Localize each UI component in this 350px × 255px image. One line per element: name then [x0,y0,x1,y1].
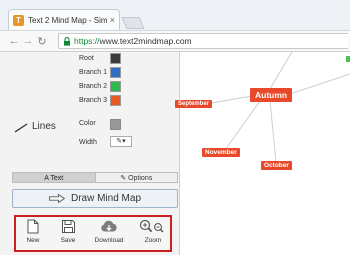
browser-tab-strip: T Text 2 Mind Map - Simple × [0,0,350,31]
action-toolbar: New Save Download Zoom [14,215,172,252]
color-swatch-branch-3[interactable] [110,95,121,106]
mind-map-root-node[interactable]: Autumn [250,88,293,102]
zoom-button[interactable]: Zoom [136,219,170,252]
back-icon[interactable]: ← [7,35,21,47]
browser-tab[interactable]: T Text 2 Mind Map - Simple × [8,9,120,30]
new-tab-button[interactable] [121,17,145,29]
save-icon [61,220,75,233]
url-host: www.text2mindmap.com [99,36,192,46]
new-button[interactable]: New [16,219,50,252]
color-label-branch-1: Branch 1 [79,69,108,76]
download-label: Download [94,237,124,244]
connector-root-top [267,52,293,93]
mind-map-node-november[interactable]: November [202,148,240,157]
tab-title: Text 2 Mind Map - Simple [28,15,108,25]
offscreen-node-edge [346,56,350,62]
color-row-branch-1: Branch 1 [0,67,179,79]
address-bar[interactable]: https://www.text2mindmap.com [58,33,348,49]
settings-panel: Root Branch 1 Branch 2 Branch 3 Lines Co… [0,52,180,255]
color-row-root: Root [0,53,179,65]
forward-icon[interactable]: → [21,35,35,47]
lock-icon [64,36,70,46]
mind-map-node-october[interactable]: October [261,161,292,170]
line-color-swatch[interactable] [110,119,121,130]
color-row-branch-2: Branch 2 [0,81,179,93]
zoom-label: Zoom [144,237,162,244]
connector-root-september [205,95,253,105]
new-document-icon [27,219,39,234]
favicon-icon: T [13,14,24,26]
mind-map-node-september[interactable]: September [175,100,213,108]
lines-icon [14,123,28,133]
connector-root-november [224,100,261,151]
tab-options[interactable]: ✎ Options [95,172,178,183]
connector-root-october [269,100,277,163]
download-button[interactable]: Download [92,219,126,252]
tab-text[interactable]: A Text [12,172,96,183]
lines-heading: Lines [32,121,56,132]
color-row-branch-3: Branch 3 [0,95,179,107]
new-label: New [26,237,40,244]
url-text: https://www.text2mindmap.com [74,36,192,46]
mind-map-canvas[interactable]: Autumn September November October [175,52,350,255]
draw-mind-map-label: Draw Mind Map [70,193,142,204]
arrow-right-outline-icon [49,194,65,203]
line-width-dropdown[interactable]: ✎▾ [110,136,132,147]
connector-root-right [289,73,350,95]
color-label-branch-3: Branch 3 [79,97,108,104]
panel-tabs: A Text ✎ Options [12,172,178,183]
zoom-icon [139,219,164,233]
color-swatch-root[interactable] [110,53,121,64]
line-width-label: Width [79,139,97,146]
url-scheme: https:// [74,36,100,46]
draw-mind-map-button[interactable]: Draw Mind Map [12,189,178,208]
reload-icon[interactable]: ↻ [35,35,49,48]
color-swatch-branch-2[interactable] [110,81,121,92]
save-button[interactable]: Save [51,219,85,252]
color-label-branch-2: Branch 2 [79,83,108,90]
download-cloud-icon [101,220,117,232]
browser-toolbar: ← → ↻ https://www.text2mindmap.com [0,31,350,52]
save-label: Save [60,237,76,244]
line-color-label: Color [79,120,96,127]
color-label-root: Root [79,55,94,62]
tab-close-icon[interactable]: × [110,15,115,25]
color-swatch-branch-1[interactable] [110,67,121,78]
